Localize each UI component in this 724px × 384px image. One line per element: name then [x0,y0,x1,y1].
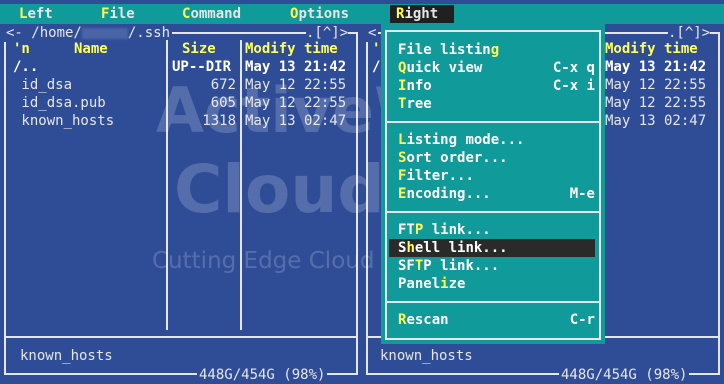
divider [166,40,168,330]
col-size-header[interactable]: Size [182,40,216,58]
redacted-username [81,27,128,39]
menu-item-sort-order[interactable]: Sort order... [389,149,595,167]
menu-item-rescan[interactable]: Rescan C-r [389,311,595,329]
menu-item-encoding[interactable]: Encoding... M-e [389,185,595,203]
file-row-mtime: May 13 02:47 [245,113,347,129]
menu-item-filter[interactable]: Filter... [389,167,595,185]
file-row-name[interactable]: id_dsa.pub [13,94,105,112]
left-panel[interactable]: <- /home//.ssh .[^]> 'n Name Size Modify… [0,24,362,383]
disk-usage: 448G/454G (98%) [197,366,328,383]
file-row-size: 1318 [202,113,236,129]
menu-item-shell-link[interactable]: Shell link... [389,239,595,257]
menu-separator [385,211,601,213]
sort-indicator[interactable]: ' [372,40,380,58]
file-row-mtime: May 12 22:55 [245,95,347,111]
sort-indicator[interactable]: 'n [13,40,30,58]
menu-separator [385,121,601,123]
file-row-mtime: May 12 22:55 [245,77,347,93]
file-row-mtime: May 12 22:55 [605,95,707,111]
menu-item-quick-view[interactable]: Quick view C-x q [389,59,595,77]
file-row-name[interactable]: / [372,58,380,76]
divider [240,40,242,330]
file-row-name[interactable]: /.. [13,58,38,76]
col-mtime-header[interactable]: Modify time [605,40,698,58]
disk-usage: 448G/454G (98%) [559,366,690,383]
menu-item-ftp-link[interactable]: FTP link... [389,221,595,239]
menu-item-panelize[interactable]: Panelize [389,275,595,293]
right-dropdown-menu[interactable]: File listing Quick view C-x q Info C-x i T… [381,24,605,344]
menu-item-sftp-link[interactable]: SFTP link... [389,257,595,275]
menu-right[interactable]: Right [390,5,454,23]
file-row-name[interactable]: known_hosts [13,112,114,130]
menu-separator [385,301,601,303]
file-row-mtime: May 13 02:47 [605,113,707,129]
col-mtime-header[interactable]: Modify time [245,40,338,58]
col-name-header[interactable]: Name [74,40,108,58]
menu-item-info[interactable]: Info C-x i [389,77,595,95]
menu-item-listing-mode[interactable]: Listing mode... [389,131,595,149]
menu-item-file-listing[interactable]: File listing [389,41,595,59]
file-row-mtime: May 12 22:55 [605,77,707,93]
file-row-size: UP--DIR [172,59,232,75]
mini-status: known_hosts [380,348,473,364]
menu-item-tree[interactable]: Tree [389,95,595,113]
menubar: Left File Command Options Right [0,4,724,24]
menu-options[interactable]: Options [284,5,355,23]
file-row-name[interactable]: id_dsa [13,76,72,94]
file-row-mtime: May 13 21:42 [605,59,707,75]
file-row-size: 672 [210,77,236,93]
mini-status: known_hosts [20,348,113,364]
menu-left[interactable]: Left [13,5,59,23]
status-divider [4,336,358,338]
file-row-mtime: May 13 21:42 [245,59,347,75]
menu-file[interactable]: File [95,5,141,23]
file-row-size: 605 [210,95,236,111]
menu-command[interactable]: Command [176,5,247,23]
